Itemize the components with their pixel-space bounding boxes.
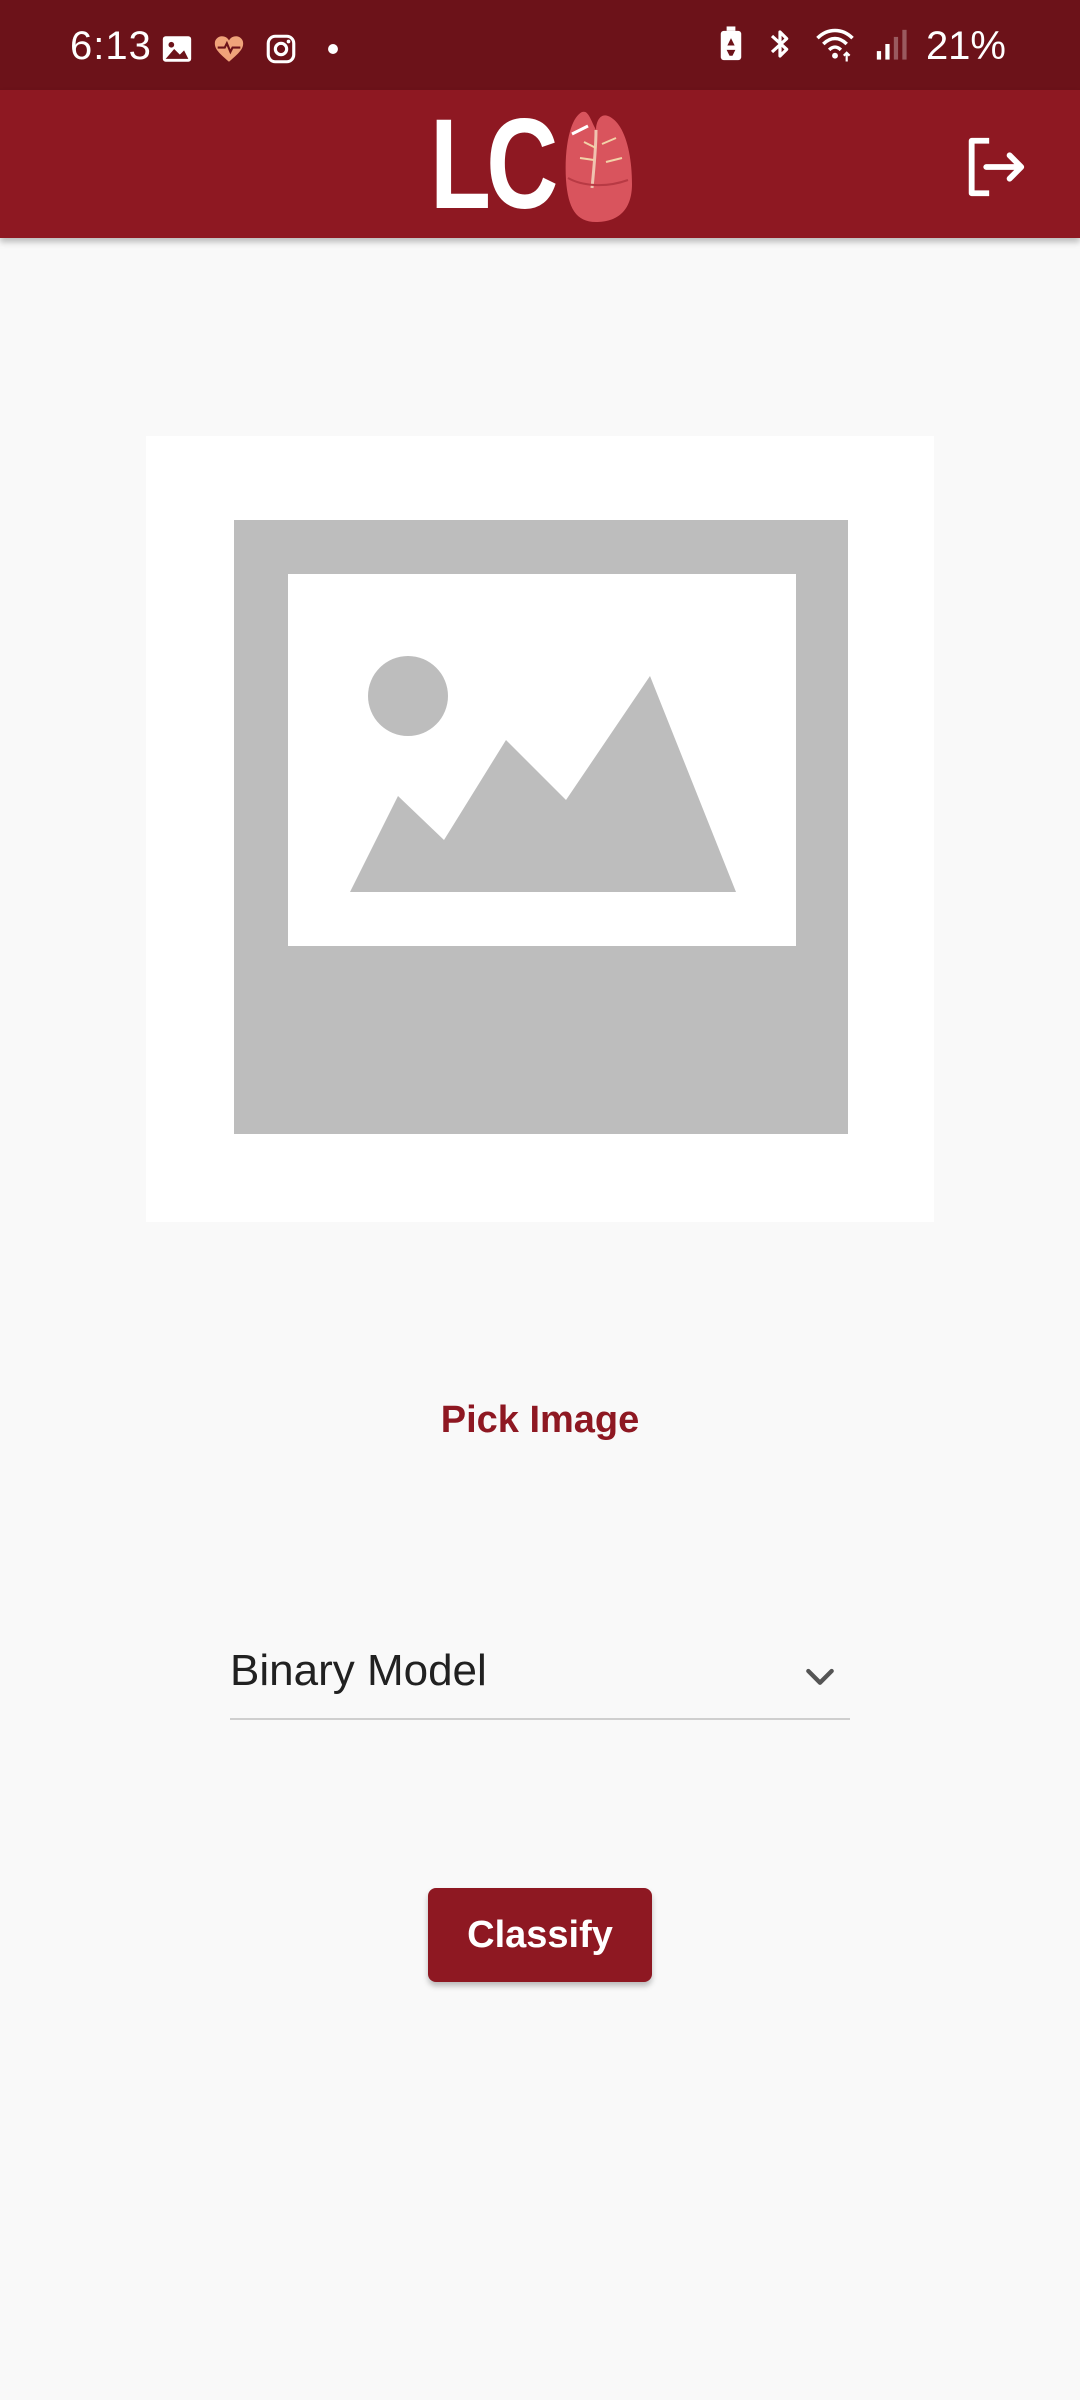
signal-icon — [874, 25, 908, 68]
status-bar: 6:13 21% — [0, 0, 1080, 90]
chevron-down-icon — [800, 1656, 840, 1701]
model-dropdown[interactable]: Binary Model — [230, 1636, 850, 1720]
status-left-icons — [160, 32, 350, 71]
health-icon — [212, 32, 246, 71]
app-bar: LC — [0, 90, 1080, 238]
battery-saver-icon — [716, 25, 746, 68]
dot-icon — [316, 32, 350, 71]
logout-button[interactable] — [960, 132, 1030, 202]
model-dropdown-value: Binary Model — [230, 1646, 487, 1695]
image-preview — [146, 436, 934, 1222]
gallery-icon — [160, 32, 194, 71]
instagram-icon — [264, 32, 298, 71]
status-right: 21% — [716, 24, 1006, 69]
bluetooth-icon — [764, 25, 796, 68]
classify-button[interactable]: Classify — [428, 1888, 652, 1982]
logo-text: LC — [430, 93, 558, 236]
status-time: 6:13 — [70, 24, 152, 68]
wifi-icon — [814, 25, 856, 68]
battery-percentage: 21% — [925, 24, 1006, 68]
lung-icon — [562, 108, 634, 231]
pick-image-button[interactable]: Pick Image — [390, 1380, 690, 1460]
app-logo: LC — [430, 93, 640, 236]
logout-icon — [960, 137, 1030, 206]
